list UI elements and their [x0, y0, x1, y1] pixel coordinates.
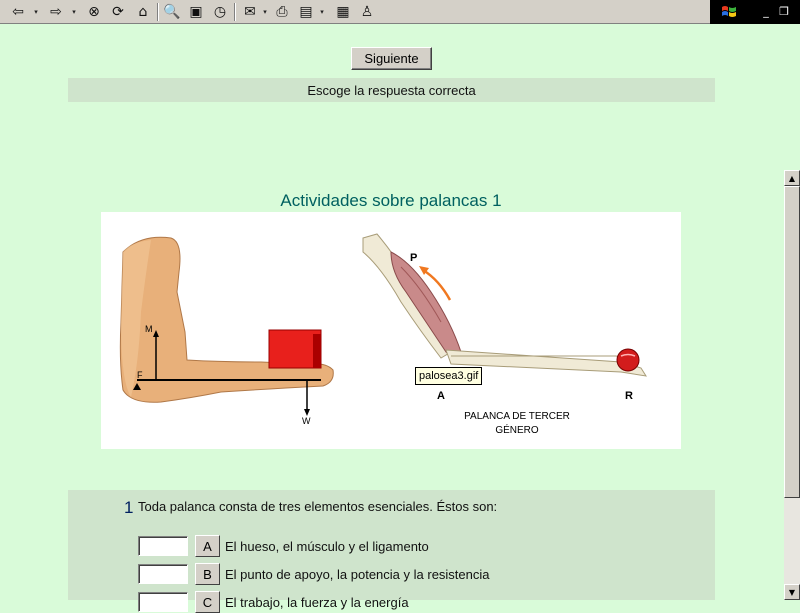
- scroll-down-icon[interactable]: ▼: [784, 584, 800, 600]
- instruction-text: Escoge la respuesta correcta: [307, 82, 476, 98]
- minimize-icon[interactable]: _: [758, 3, 774, 19]
- search-icon[interactable]: 🔍: [162, 2, 182, 22]
- answer-button-b[interactable]: B: [195, 563, 220, 585]
- toolbar-separator: [234, 3, 236, 21]
- windows-logo-icon: [722, 6, 736, 17]
- forward-icon[interactable]: ⇨: [46, 2, 66, 22]
- label-p: P: [410, 252, 417, 264]
- lever-diagram: M F W P A R PALANCA DE TERCER GÉNERO: [119, 233, 648, 436]
- next-button[interactable]: Siguiente: [351, 47, 432, 70]
- question-number: 1: [124, 498, 134, 517]
- mail-dropdown-icon[interactable]: ▾: [261, 2, 269, 22]
- page-title: Actividades sobre palancas 1: [280, 191, 502, 210]
- label-a: A: [437, 390, 445, 402]
- favorites-icon[interactable]: ▣: [186, 2, 206, 22]
- messenger-icon[interactable]: ♙: [357, 2, 377, 22]
- window-controls: _ ❐: [710, 0, 800, 24]
- refresh-icon[interactable]: ⟳: [108, 2, 128, 22]
- stop-icon[interactable]: ⊗: [84, 2, 104, 22]
- instruction-bar: Escoge la respuesta correcta: [68, 78, 715, 102]
- answer-text-b: El punto de apoyo, la potencia y la resi…: [225, 567, 490, 582]
- answer-input-c[interactable]: [138, 592, 188, 612]
- lever-illustration: M F W P A R PALANCA DE TERCER GÉNERO: [101, 212, 681, 449]
- toolbar-separator: [157, 3, 159, 21]
- print-icon[interactable]: ⎙: [272, 2, 292, 22]
- arm-lever-figure: M F W: [119, 236, 334, 426]
- label-w: W: [302, 416, 311, 426]
- home-icon[interactable]: ⌂: [133, 2, 153, 22]
- label-m: M: [145, 324, 153, 334]
- answer-input-a[interactable]: [138, 536, 188, 556]
- answer-text-c: El trabajo, la fuerza y la energía: [225, 595, 409, 610]
- caption-line1: PALANCA DE TERCER: [464, 411, 570, 422]
- label-f: F: [137, 370, 143, 380]
- answer-text-a: El hueso, el músculo y el ligamento: [225, 539, 429, 554]
- vertical-scrollbar[interactable]: ▲ ▼: [784, 170, 800, 600]
- history-icon[interactable]: ◷: [210, 2, 230, 22]
- restore-icon[interactable]: ❐: [776, 3, 792, 19]
- answer-input-b[interactable]: [138, 564, 188, 584]
- label-r: R: [625, 390, 633, 402]
- scroll-thumb[interactable]: [784, 186, 800, 498]
- discuss-icon[interactable]: ▦: [333, 2, 353, 22]
- edit-dropdown-icon[interactable]: ▾: [318, 2, 326, 22]
- question-text: Toda palanca consta de tres elementos es…: [138, 499, 498, 514]
- mail-icon[interactable]: ✉: [240, 2, 260, 22]
- skeletal-arm-figure: P A R PALANCA DE TERCER GÉNERO: [362, 233, 648, 436]
- answer-button-c[interactable]: C: [195, 591, 220, 613]
- image-tooltip: palosea3.gif: [415, 367, 483, 385]
- back-dropdown-icon[interactable]: ▾: [32, 2, 40, 22]
- back-icon[interactable]: ⇦: [8, 2, 28, 22]
- caption-line2: GÉNERO: [495, 423, 539, 436]
- edit-icon[interactable]: ▤: [296, 2, 316, 22]
- forward-dropdown-icon[interactable]: ▾: [70, 2, 78, 22]
- scroll-up-icon[interactable]: ▲: [784, 170, 800, 186]
- browser-toolbar: ⇦ ▾ ⇨ ▾ ⊗ ⟳ ⌂ 🔍 ▣ ◷ ✉ ▾ ⎙ ▤ ▾ ▦ ♙ _ ❐: [0, 0, 800, 24]
- answer-button-a[interactable]: A: [195, 535, 220, 557]
